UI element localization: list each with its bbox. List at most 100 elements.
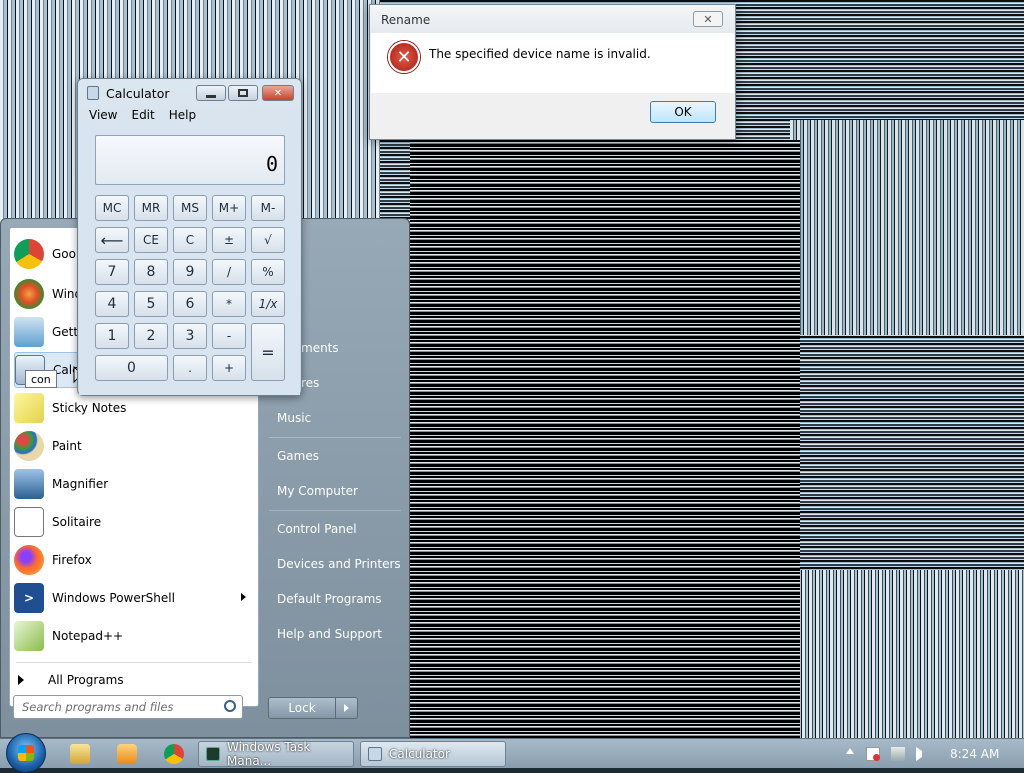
- divide-button[interactable]: /: [212, 259, 246, 285]
- desktop-artifact: [410, 140, 800, 738]
- start-item-magnifier[interactable]: Magnifier: [14, 466, 254, 502]
- start-right-help-support[interactable]: Help and Support: [271, 619, 401, 649]
- start-right-games[interactable]: Games: [271, 441, 401, 471]
- sqrt-button[interactable]: √: [251, 227, 285, 253]
- clear-button[interactable]: C: [173, 227, 207, 253]
- start-menu-separator: [16, 662, 252, 663]
- digit-2-button[interactable]: 2: [134, 323, 168, 349]
- maximize-button[interactable]: [228, 85, 258, 101]
- start-right-devices-printers[interactable]: Devices and Printers: [271, 549, 401, 579]
- digit-5-button[interactable]: 5: [134, 291, 168, 317]
- start-right-music[interactable]: Music: [271, 403, 401, 433]
- chrome-icon[interactable]: [164, 744, 184, 764]
- menu-edit[interactable]: Edit: [131, 108, 154, 122]
- reciprocal-button[interactable]: 1/x: [251, 291, 285, 317]
- maximize-icon: [238, 89, 248, 97]
- ok-button[interactable]: OK: [650, 101, 716, 123]
- digit-1-button[interactable]: 1: [95, 323, 129, 349]
- backspace-button[interactable]: ⟵: [95, 227, 129, 253]
- start-button[interactable]: [6, 733, 46, 773]
- mr-button[interactable]: MR: [134, 195, 168, 221]
- media-player-icon[interactable]: [117, 744, 137, 764]
- start-item-powershell[interactable]: > Windows PowerShell: [14, 580, 254, 616]
- start-item-notepadpp[interactable]: Notepad++: [14, 618, 254, 654]
- mplus-button[interactable]: M+: [212, 195, 246, 221]
- plus-minus-button[interactable]: ±: [212, 227, 246, 253]
- arrow-right-icon: [344, 704, 349, 712]
- close-icon: ✕: [273, 87, 283, 99]
- mc-button[interactable]: MC: [95, 195, 129, 221]
- windows-logo-icon: [18, 745, 34, 761]
- digit-3-button[interactable]: 3: [173, 323, 207, 349]
- start-item-solitaire[interactable]: Solitaire: [14, 504, 254, 540]
- digit-7-button[interactable]: 7: [95, 259, 129, 285]
- tooltip: con: [25, 370, 57, 388]
- digit-8-button[interactable]: 8: [134, 259, 168, 285]
- expand-arrow-icon: [18, 675, 24, 685]
- dialog-body: ✕ The specified device name is invalid.: [371, 33, 734, 93]
- rename-error-dialog: Rename ✕ ✕ The specified device name is …: [369, 4, 736, 140]
- system-clock[interactable]: 8:24 AM: [950, 747, 999, 761]
- close-button[interactable]: ✕: [262, 85, 294, 101]
- dialog-title: Rename: [381, 13, 431, 27]
- explorer-icon[interactable]: [70, 744, 90, 764]
- all-programs-button[interactable]: All Programs: [18, 668, 124, 692]
- digit-6-button[interactable]: 6: [173, 291, 207, 317]
- start-right-separator: [269, 437, 401, 438]
- mminus-button[interactable]: M-: [251, 195, 285, 221]
- minimize-button[interactable]: [196, 85, 226, 101]
- dialog-close-button[interactable]: ✕: [693, 11, 723, 27]
- powershell-icon: >: [14, 583, 44, 613]
- add-button[interactable]: +: [212, 355, 246, 381]
- close-icon: ✕: [703, 12, 713, 26]
- calculator-icon: [368, 747, 382, 761]
- volume-icon[interactable]: [916, 747, 922, 761]
- menu-help[interactable]: Help: [169, 108, 196, 122]
- shutdown-options-button[interactable]: [336, 697, 358, 719]
- lock-button[interactable]: Lock: [268, 697, 336, 719]
- digit-9-button[interactable]: 9: [173, 259, 207, 285]
- notepadpp-icon: [14, 621, 44, 651]
- search-icon[interactable]: [224, 700, 236, 712]
- start-item-firefox[interactable]: Firefox: [14, 542, 254, 578]
- multiply-button[interactable]: *: [212, 291, 246, 317]
- start-right-default-programs[interactable]: Default Programs: [271, 584, 401, 614]
- calculator-window: Calculator ✕ View Edit Help 0 MC MR MS M…: [77, 78, 302, 396]
- ce-button[interactable]: CE: [134, 227, 168, 253]
- chrome-icon: [14, 239, 44, 269]
- firefox-icon: [14, 545, 44, 575]
- action-center-flag-icon[interactable]: [866, 747, 880, 761]
- calculator-display: 0: [95, 135, 285, 185]
- start-right-my-computer[interactable]: My Computer: [271, 476, 401, 506]
- subtract-button[interactable]: -: [212, 323, 246, 349]
- digit-0-button[interactable]: 0: [95, 355, 168, 381]
- task-manager-icon: [206, 747, 220, 761]
- menu-view[interactable]: View: [89, 108, 117, 122]
- magnifier-icon: [14, 469, 44, 499]
- windows-media-icon: [14, 279, 44, 309]
- digit-4-button[interactable]: 4: [95, 291, 129, 317]
- calculator-icon: [87, 86, 99, 100]
- calculator-body: 0 MC MR MS M+ M- ⟵ CE C ± √ 7 8 9 / % 4 …: [79, 125, 300, 395]
- solitaire-icon: [14, 507, 44, 537]
- decimal-button[interactable]: .: [173, 355, 207, 381]
- minimize-icon: [206, 94, 216, 98]
- paint-icon: [14, 431, 44, 461]
- desktop-artifact: [790, 120, 1024, 335]
- taskbar-task-manager[interactable]: Windows Task Mana...: [198, 740, 354, 768]
- window-title: Calculator: [106, 86, 170, 101]
- dialog-message: The specified device name is invalid.: [429, 47, 651, 61]
- taskbar-calculator[interactable]: Calculator: [360, 741, 506, 767]
- search-input[interactable]: Search programs and files: [13, 695, 243, 719]
- start-item-paint[interactable]: Paint: [14, 428, 254, 464]
- menu-bar: View Edit Help: [79, 105, 300, 125]
- sticky-notes-icon: [14, 393, 44, 423]
- equals-button[interactable]: =: [251, 323, 285, 381]
- network-icon[interactable]: [891, 747, 905, 761]
- percent-button[interactable]: %: [251, 259, 285, 285]
- dialog-titlebar: Rename ✕: [370, 5, 735, 33]
- show-hidden-icons[interactable]: [846, 748, 854, 754]
- error-icon: ✕: [388, 41, 420, 73]
- start-right-control-panel[interactable]: Control Panel: [271, 514, 401, 544]
- ms-button[interactable]: MS: [173, 195, 207, 221]
